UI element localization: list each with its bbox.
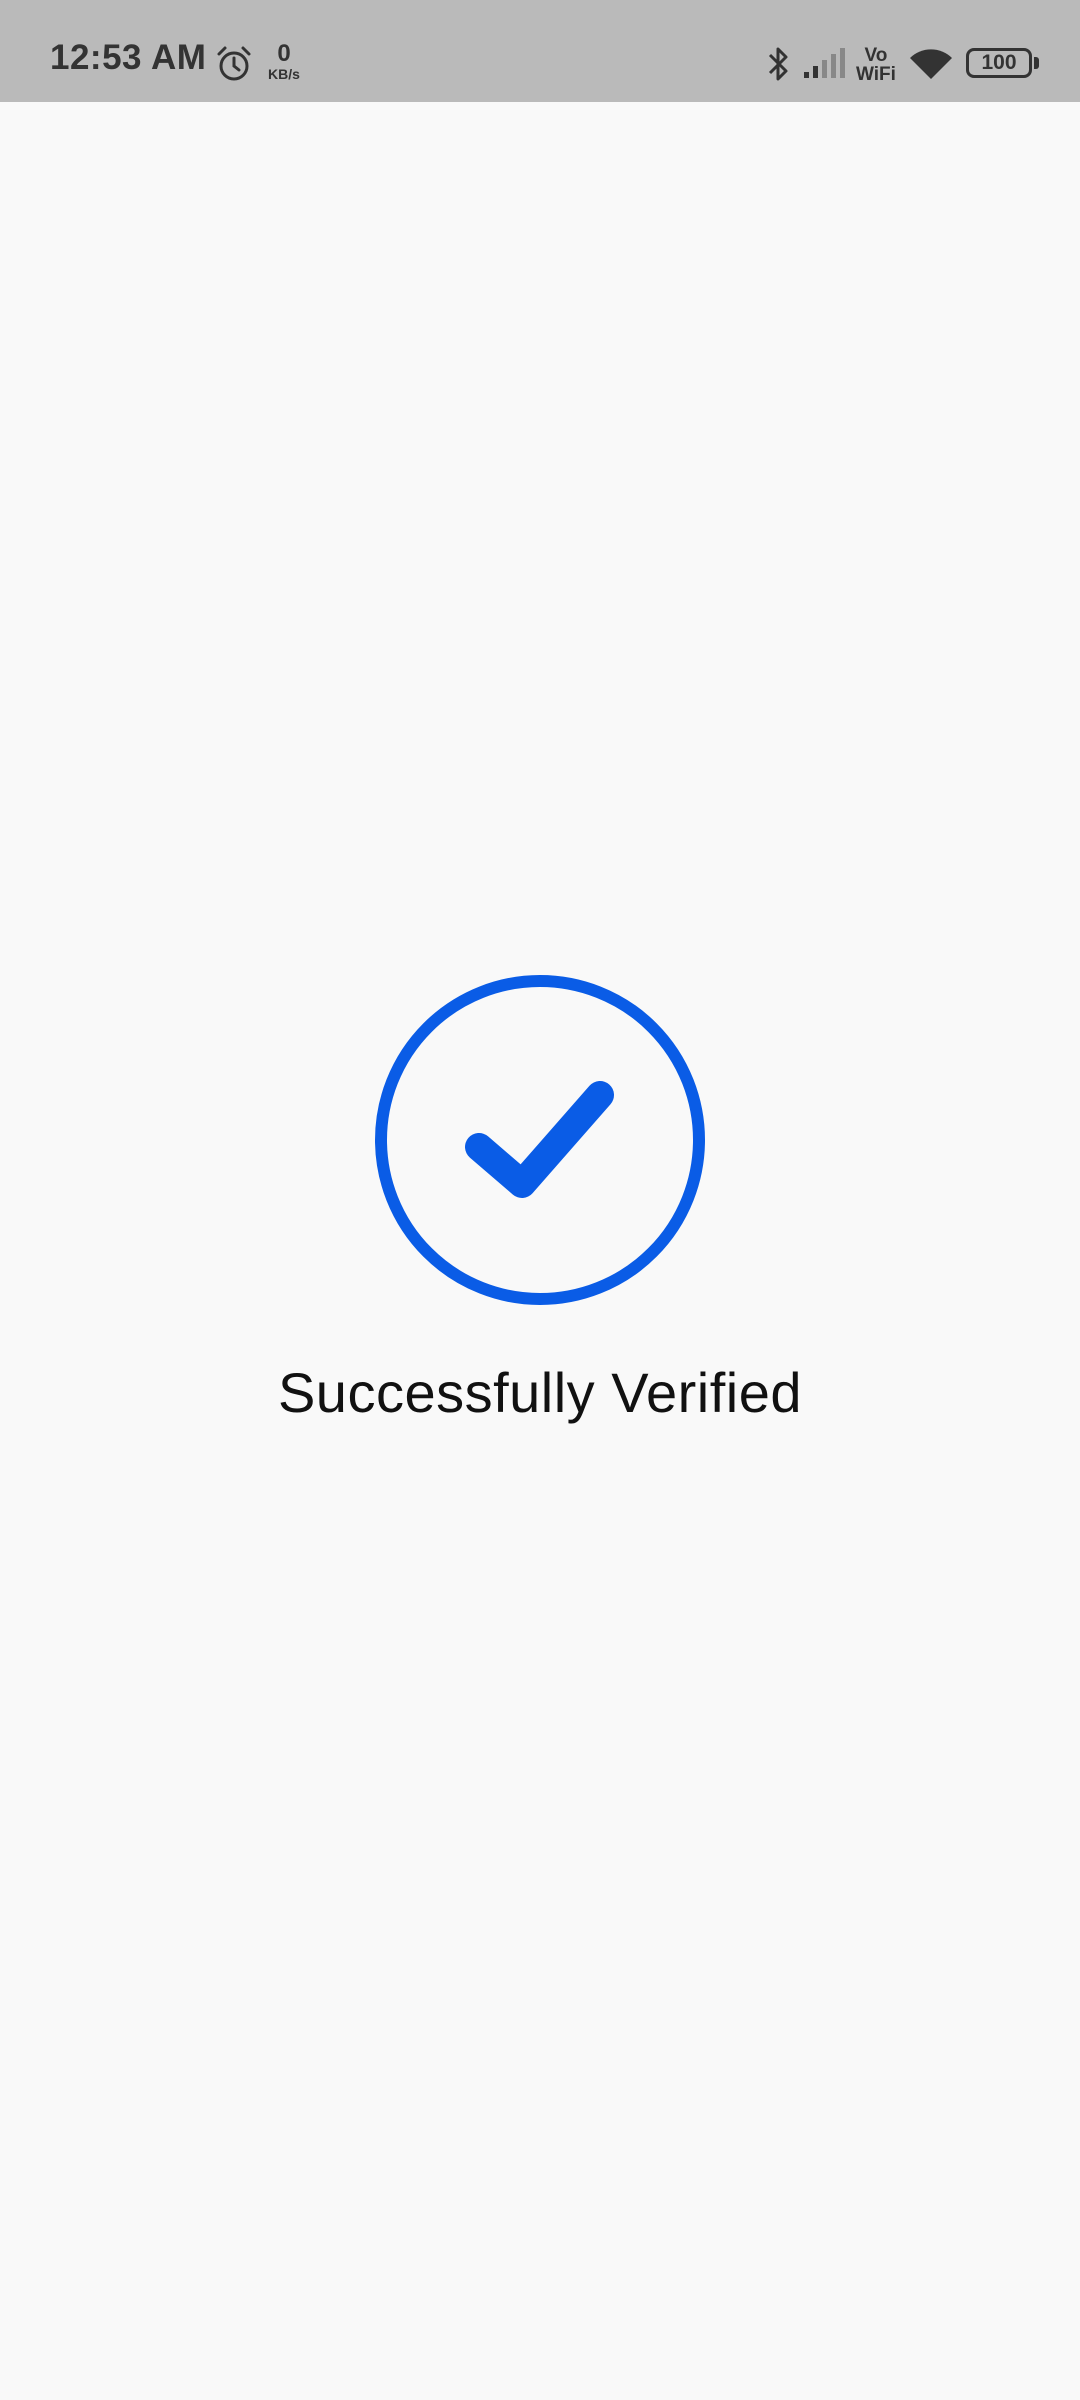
battery-tip <box>1034 57 1039 69</box>
wifi-icon <box>910 49 952 79</box>
vowifi-indicator: Vo WiFi <box>856 46 896 84</box>
network-speed: 0 KB/s <box>262 40 306 82</box>
battery-level: 100 <box>981 51 1017 74</box>
status-time: 12:53 AM <box>50 38 207 77</box>
network-speed-unit: KB/s <box>268 66 300 82</box>
checkmark-circle-icon <box>375 975 705 1305</box>
bluetooth-icon <box>768 47 788 81</box>
alarm-icon <box>217 46 251 81</box>
status-bar: 12:53 AM 0 KB/s Vo WiFi 100 <box>0 0 1080 102</box>
vowifi-bottom-label: WiFi <box>856 64 896 85</box>
verification-message: Successfully Verified <box>277 1361 803 1424</box>
battery-icon: 100 <box>966 48 1032 78</box>
network-speed-value: 0 <box>277 40 291 67</box>
vowifi-top-label: Vo <box>864 45 888 66</box>
signal-icon <box>804 48 845 78</box>
